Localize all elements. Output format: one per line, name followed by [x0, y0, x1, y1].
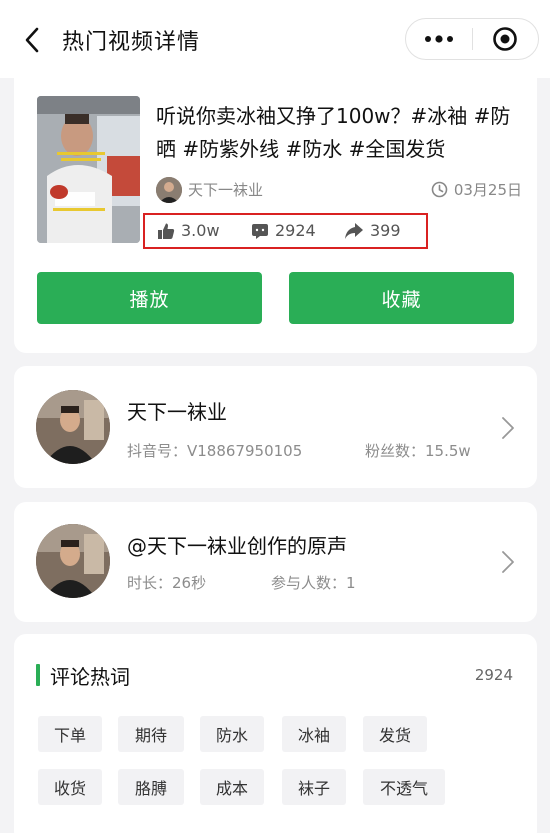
- video-title: 听说你卖冰袖又挣了100w？#冰袖 #防晒 #防紫外线 #防水 #全国发货: [156, 104, 511, 161]
- back-button[interactable]: [14, 22, 50, 58]
- hot-word-chip[interactable]: 胳膊: [118, 769, 184, 805]
- original-sound-card[interactable]: @天下一袜业创作的原声 时长：26秒 参与人数：1: [14, 502, 537, 622]
- hot-word-chip[interactable]: 下单: [38, 716, 102, 752]
- clock-icon: [431, 181, 448, 198]
- hot-word-chip[interactable]: 收货: [38, 769, 102, 805]
- comment-total-count: 2924: [474, 666, 513, 684]
- more-button[interactable]: [406, 19, 472, 59]
- chevron-left-icon: [25, 27, 39, 53]
- navigation-bar: 热门视频详情: [0, 0, 550, 78]
- video-thumbnail[interactable]: [37, 96, 140, 243]
- share-stat: 399: [344, 221, 401, 240]
- like-count: 3.0w: [181, 221, 220, 240]
- author-card[interactable]: 天下一袜业 抖音号：V18867950105 粉丝数：15.5w: [14, 366, 537, 488]
- fans-count: 粉丝数：15.5w: [365, 442, 471, 460]
- publish-date-text: 03月25日: [453, 181, 522, 199]
- author-name: 天下一袜业: [127, 400, 227, 424]
- author-avatar: [36, 390, 110, 464]
- comment-hot-words-card: 评论热词 2924 下单 期待 防水 冰袖 发货 收货 胳膊 成本 袜子 不透气: [14, 634, 537, 833]
- author-avatar-small: [156, 177, 182, 203]
- like-stat: 3.0w: [157, 221, 220, 240]
- video-card: 听说你卖冰袖又挣了100w？#冰袖 #防晒 #防紫外线 #防水 #全国发货 天下…: [14, 70, 537, 353]
- douyin-id: 抖音号：V18867950105: [127, 442, 303, 460]
- avatar-image: [36, 524, 110, 598]
- mini-program-capsule: [405, 18, 539, 60]
- thumbs-up-icon: [158, 223, 175, 239]
- hot-word-chip[interactable]: 冰袖: [282, 716, 346, 752]
- close-mini-program-button[interactable]: [473, 19, 539, 59]
- hot-word-chip[interactable]: 发货: [363, 716, 427, 752]
- hot-word-chip[interactable]: 袜子: [282, 769, 346, 805]
- comment-count: 2924: [275, 221, 316, 240]
- chevron-right-icon: [502, 417, 514, 439]
- video-author-row: 天下一袜业 03月25日: [156, 176, 522, 204]
- collect-button[interactable]: 收藏: [289, 272, 514, 324]
- play-button[interactable]: 播放: [37, 272, 262, 324]
- avatar-image: [36, 390, 110, 464]
- avatar-image: [156, 177, 182, 203]
- sound-participants: 参与人数：1: [271, 574, 356, 592]
- chevron-right-icon: [502, 551, 514, 573]
- section-title: 评论热词: [50, 664, 130, 689]
- hot-word-chip[interactable]: 不透气: [363, 769, 445, 805]
- hot-word-chip[interactable]: 期待: [118, 716, 184, 752]
- section-accent-bar: [36, 664, 40, 686]
- hot-word-chip[interactable]: 成本: [200, 769, 264, 805]
- page-title: 热门视频详情: [62, 30, 201, 55]
- hot-word-chip[interactable]: 防水: [200, 716, 264, 752]
- stats-highlight-box: 3.0w 2924 399: [143, 213, 428, 249]
- sound-cover-avatar: [36, 524, 110, 598]
- section-header: 评论热词: [36, 662, 130, 689]
- share-arrow-icon: [345, 222, 363, 239]
- more-dots-icon: [424, 35, 453, 43]
- comment-stat: 2924: [251, 221, 316, 240]
- target-icon: [493, 27, 518, 51]
- publish-date: 03月25日: [431, 179, 522, 200]
- video-thumbnail-image: [37, 96, 140, 243]
- sound-duration: 时长：26秒: [127, 574, 207, 592]
- share-count: 399: [370, 221, 401, 240]
- comment-bubble-icon: [252, 223, 268, 239]
- sound-title: @天下一袜业创作的原声: [127, 534, 347, 558]
- video-author-name: 天下一袜业: [188, 181, 264, 199]
